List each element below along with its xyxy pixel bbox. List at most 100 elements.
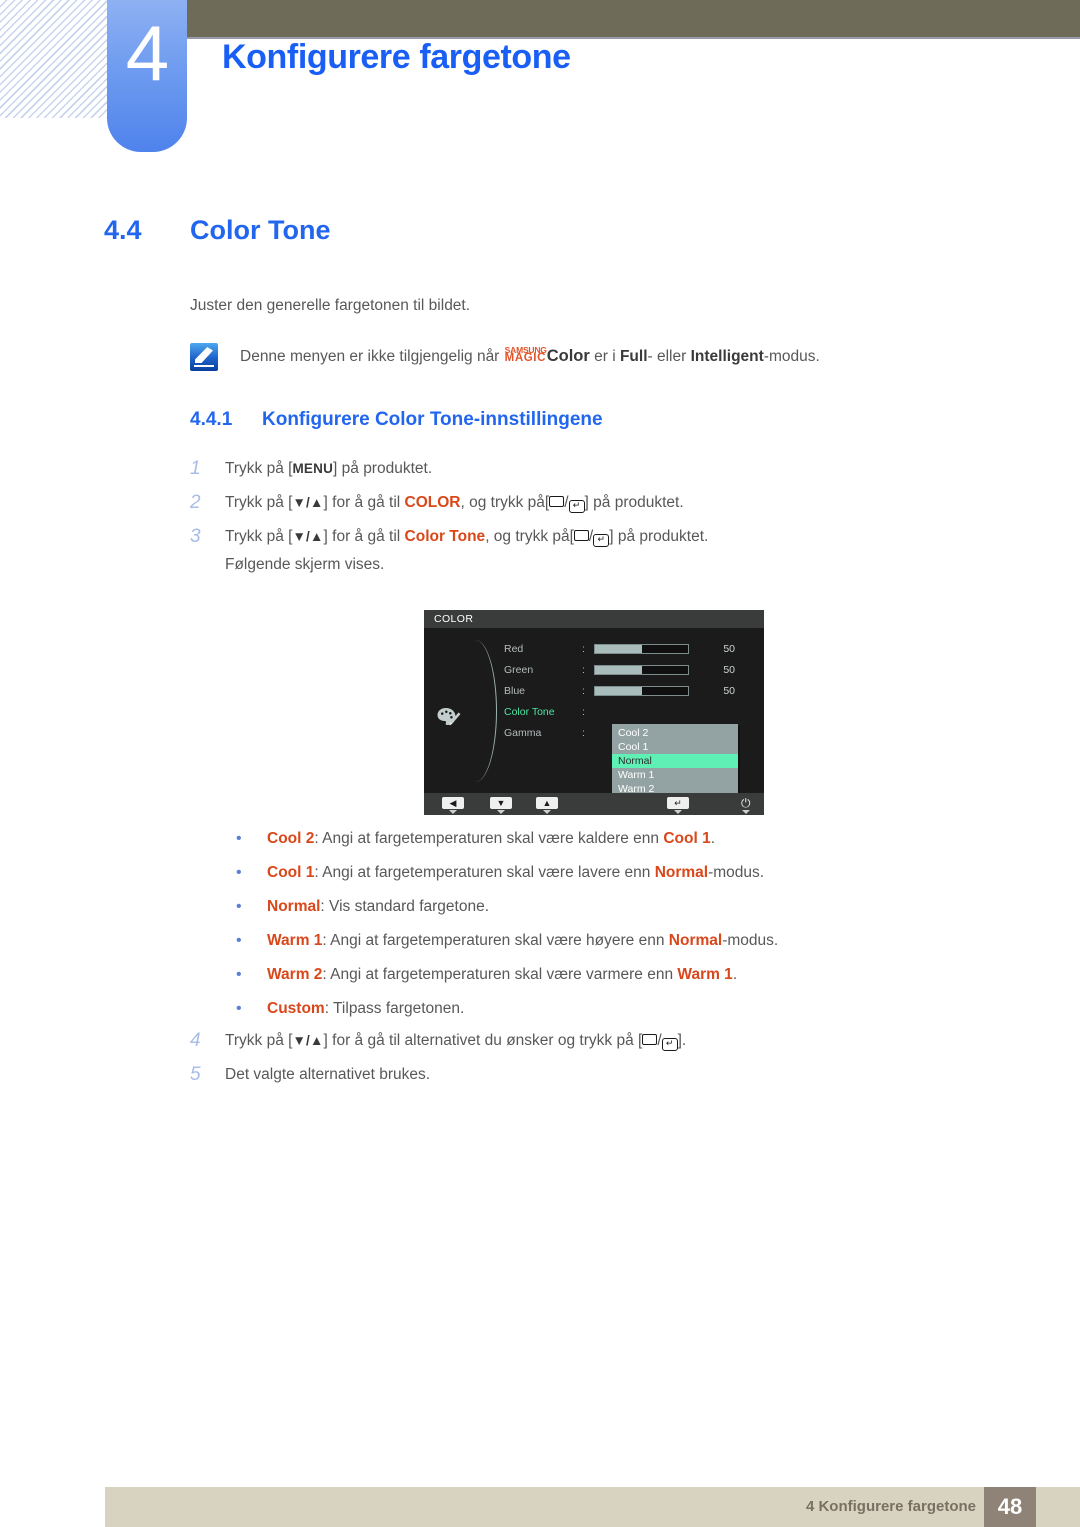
step-item: 3 Trykk på [▼/▲] for å gå til Color Tone,… (190, 526, 890, 547)
osd-row-label: Gamma (504, 726, 542, 739)
osd-slider-value: 50 (723, 684, 735, 697)
note-between: - eller (647, 348, 691, 365)
step-text: : Angi at fargetemperaturen skal være ka… (314, 830, 664, 847)
highlighted-term: Warm 2 (267, 966, 323, 983)
subsection-heading: 4.4.1 Konfigurere Color Tone-innstilling… (190, 409, 603, 431)
bullet-dot-icon: • (236, 864, 242, 881)
down-triangle-icon[interactable]: ▼ (490, 797, 512, 809)
left-triangle-icon[interactable]: ◀ (442, 797, 464, 809)
step-text: : Angi at fargetemperaturen skal være va… (322, 966, 678, 983)
key-label: MENU (292, 461, 334, 476)
bullet-text: Warm 1: Angi at fargetemperaturen skal v… (267, 930, 778, 951)
step-body: Trykk på [▼/▲] for å gå til alternativet… (225, 1030, 686, 1051)
bullet-dot-icon: • (236, 1000, 242, 1017)
steps-list-after: 4 Trykk på [▼/▲] for å gå til alternative… (190, 1030, 890, 1098)
step-text: Trykk på [ (225, 460, 293, 477)
bullet-item: • Normal: Vis standard fargetone. (233, 896, 923, 917)
bullet-item: • Warm 2: Angi at fargetemperaturen skal … (233, 964, 923, 985)
bullet-text: Cool 2: Angi at fargetemperaturen skal v… (267, 828, 715, 849)
step-text: : Angi at fargetemperaturen skal være la… (314, 864, 655, 881)
step-text: . (732, 966, 738, 983)
step-body: Trykk på [MENU] på produktet. (225, 458, 432, 479)
chapter-title: Konfigurere fargetone (222, 38, 571, 76)
olive-header-bar (175, 0, 1080, 37)
note-text: Denne menyen er ikke tilgjengelig når SA… (240, 345, 820, 366)
key-label: ▼/▲ (292, 495, 324, 510)
step-text: , og trykk på[ (460, 494, 550, 511)
step-number: 3 (190, 526, 201, 547)
osd-nav-tick (449, 810, 457, 814)
step-text: ] for å gå til (323, 494, 405, 511)
enter-key-icon: ↵ (661, 1038, 678, 1051)
highlighted-term: Cool 1 (663, 830, 711, 847)
step-number: 5 (190, 1064, 201, 1085)
note-mid: er i (589, 348, 620, 365)
osd-dropdown-option[interactable]: Cool 2 (612, 726, 738, 740)
key-label: ▼/▲ (292, 529, 324, 544)
osd-row-colon: : (582, 684, 585, 697)
subsection-number: 4.4.1 (190, 409, 233, 430)
step-number: 1 (190, 458, 201, 479)
highlighted-term: Normal (654, 864, 709, 881)
footer-chapter-label: 4 Konfigurere fargetone (805, 1498, 976, 1515)
step-text: Trykk på [ (225, 1032, 293, 1049)
step-text: : Tilpass fargetonen. (324, 1000, 465, 1017)
bullet-text: Normal: Vis standard fargetone. (267, 896, 489, 917)
osd-body: Red: 50 Green: 50 Blue: 50 Color Tone: Gamma: C… (424, 628, 764, 814)
bullet-dot-icon: • (236, 932, 242, 949)
note-callout: Denne menyen er ikke tilgjengelig når SA… (190, 342, 820, 371)
step-subline: Følgende skjerm vises. (225, 556, 385, 573)
osd-dropdown-option[interactable]: Cool 1 (612, 740, 738, 754)
step-text: / (564, 494, 569, 511)
osd-row-label: Blue (504, 684, 526, 697)
enter-key-icon: ↵ (593, 534, 610, 547)
osd-row[interactable]: Red: 50 (504, 638, 762, 659)
osd-slider-value: 50 (723, 663, 735, 676)
enter-icon[interactable]: ↵ (667, 797, 689, 809)
osd-row[interactable]: Color Tone: (504, 701, 762, 722)
section-title: Color Tone (190, 215, 331, 245)
bullet-text: Cool 1: Angi at fargetemperaturen skal v… (267, 862, 764, 883)
osd-nav-tick (543, 810, 551, 814)
back-key-icon (573, 530, 589, 541)
osd-dropdown-option[interactable]: Warm 1 (612, 768, 738, 782)
options-bullet-list: • Cool 2: Angi at fargetemperaturen skal … (233, 828, 923, 1032)
section-heading: 4.4 Color Tone (104, 215, 330, 246)
step-text: -modus. (708, 864, 765, 881)
step-text: / (657, 1032, 662, 1049)
osd-row[interactable]: Blue: 50 (504, 680, 762, 701)
osd-nav-tick (742, 810, 750, 814)
bullet-dot-icon: • (236, 966, 242, 983)
note-suffix: -modus. (763, 348, 820, 365)
magiccolor-logo: SAMSUNG MAGIC (505, 345, 547, 364)
osd-slider[interactable] (594, 664, 689, 675)
note-mode-full: Full (619, 348, 648, 365)
osd-dropdown-option[interactable]: Normal (612, 754, 738, 768)
step-body: Det valgte alternativet brukes. (225, 1064, 430, 1085)
bullet-item: • Cool 2: Angi at fargetemperaturen skal … (233, 828, 923, 849)
step-text: -modus. (722, 932, 779, 949)
bullet-item: • Warm 1: Angi at fargetemperaturen skal … (233, 930, 923, 951)
power-icon[interactable]: ⏻ (741, 797, 751, 809)
step-text: ]. (677, 1032, 687, 1049)
bullet-item: • Cool 1: Angi at fargetemperaturen skal … (233, 862, 923, 883)
osd-row[interactable]: Green: 50 (504, 659, 762, 680)
highlighted-term: COLOR (404, 494, 461, 511)
osd-screenshot: COLOR Red: 50 Green: 50 Blue: 50 Color Tone: Ga… (424, 610, 764, 815)
step-text: Trykk på [ (225, 494, 293, 511)
step-body: Trykk på [▼/▲] for å gå til Color Tone, … (225, 526, 708, 547)
magiccolor-logo-color: Color (546, 347, 590, 365)
osd-slider[interactable] (594, 685, 689, 696)
osd-slider-value: 50 (723, 642, 735, 655)
osd-nav-tick (497, 810, 505, 814)
osd-row-colon: : (582, 705, 585, 718)
subsection-title: Konfigurere Color Tone-innstillingene (262, 409, 603, 430)
up-triangle-icon[interactable]: ▲ (536, 797, 558, 809)
highlighted-term: Cool 1 (267, 864, 315, 881)
footer-page-number: 48 (984, 1487, 1036, 1527)
bullet-text: Warm 2: Angi at fargetemperaturen skal v… (267, 964, 737, 985)
highlighted-term: Cool 2 (267, 830, 315, 847)
step-item: 4 Trykk på [▼/▲] for å gå til alternative… (190, 1030, 890, 1051)
osd-slider[interactable] (594, 643, 689, 654)
osd-nav-bar: ◀ ▼ ▲ ↵ ⏻ (424, 793, 764, 815)
